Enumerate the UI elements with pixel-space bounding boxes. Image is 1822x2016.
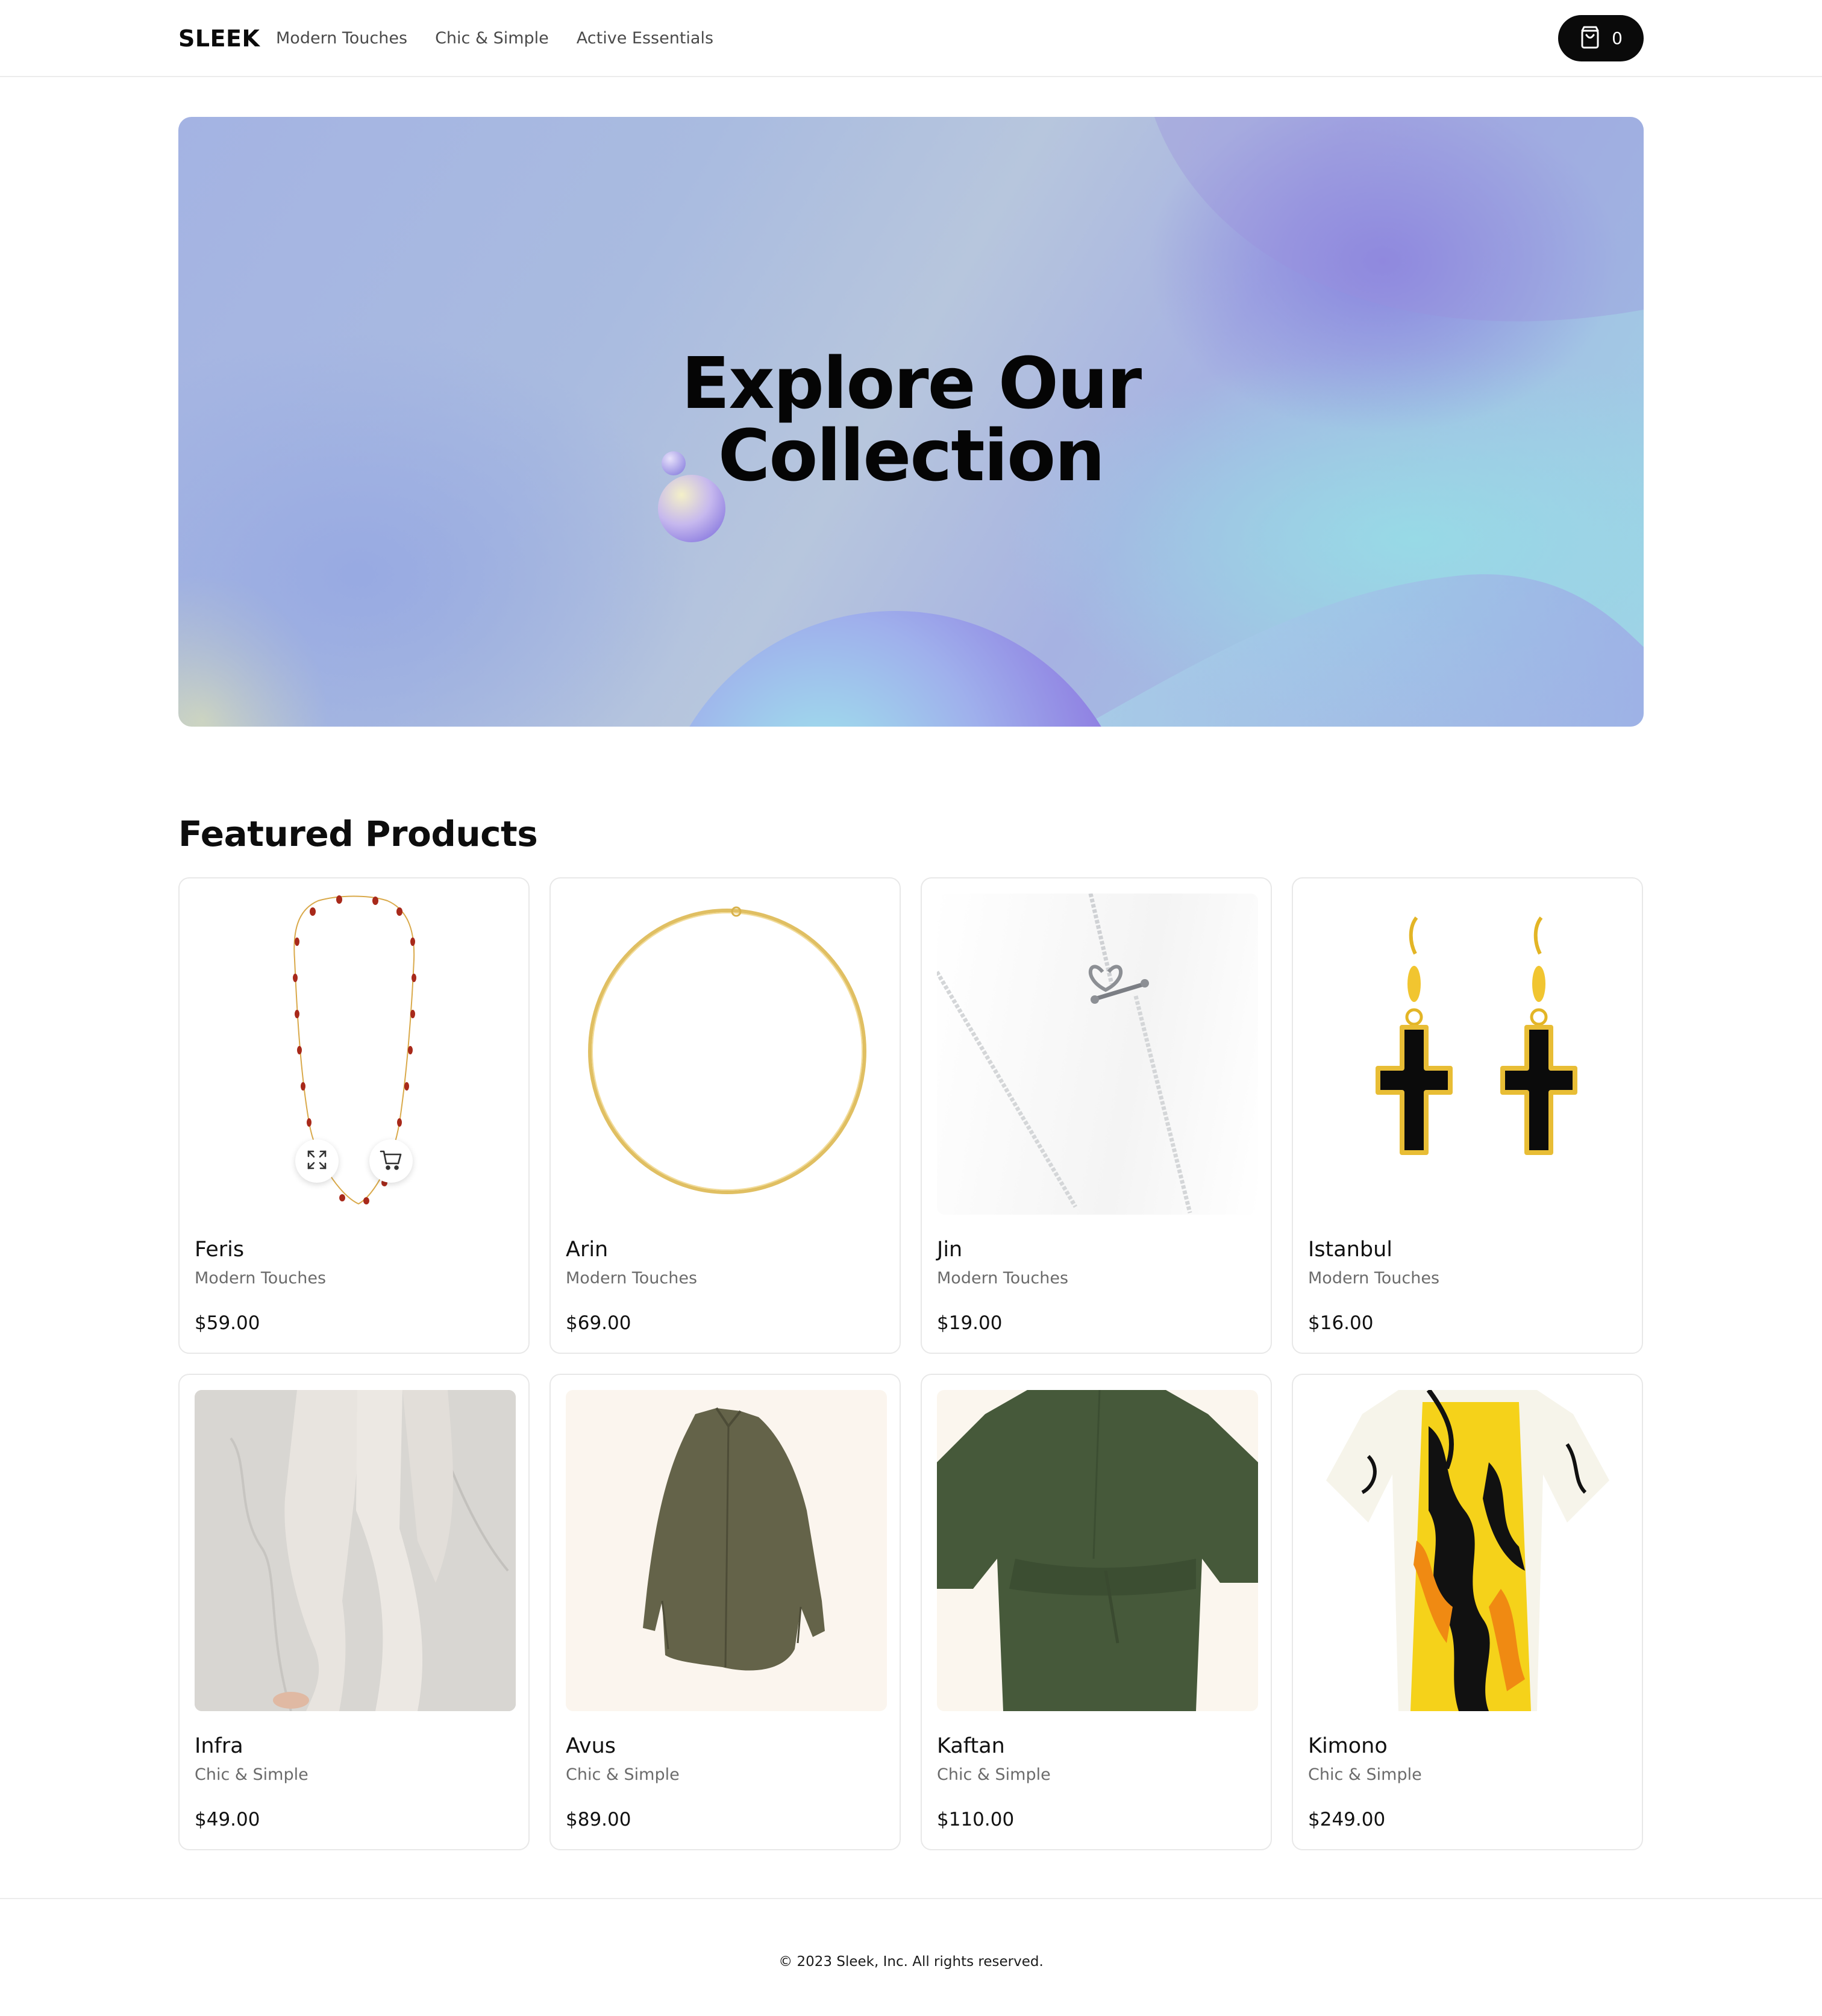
product-card-istanbul[interactable]: Istanbul Modern Touches $16.00	[1292, 877, 1643, 1354]
product-image-arin[interactable]	[566, 894, 887, 1215]
product-name[interactable]: Jin	[937, 1236, 962, 1263]
product-card-feris[interactable]: Feris Modern Touches $59.00	[178, 877, 530, 1354]
copyright-text: © 2023 Sleek, Inc. All rights reserved.	[778, 1954, 1044, 1970]
product-price: $89.00	[566, 1809, 631, 1830]
featured-products-title: Featured Products	[178, 813, 538, 854]
product-card-kaftan[interactable]: Kaftan Chic & Simple $110.00	[921, 1374, 1272, 1850]
hero-title-line2: Collection	[718, 414, 1105, 497]
product-image-jin[interactable]	[937, 894, 1258, 1215]
product-price: $16.00	[1308, 1312, 1374, 1334]
hero-title-line1: Explore Our	[681, 342, 1142, 425]
product-name[interactable]: Istanbul	[1308, 1236, 1392, 1263]
product-name[interactable]: Kimono	[1308, 1733, 1388, 1759]
main-nav: Modern Touches Chic & Simple Active Esse…	[276, 27, 713, 51]
site-header: SLEEK Modern Touches Chic & Simple Activ…	[0, 0, 1822, 77]
quick-view-button[interactable]	[295, 1139, 339, 1183]
product-image-kimono[interactable]	[1308, 1390, 1629, 1711]
product-category: Modern Touches	[566, 1269, 698, 1288]
nav-active-essentials[interactable]: Active Essentials	[577, 27, 713, 51]
product-category: Chic & Simple	[937, 1765, 1051, 1784]
logo[interactable]: SLEEK	[178, 24, 260, 53]
nav-chic-simple[interactable]: Chic & Simple	[435, 27, 549, 51]
product-category: Modern Touches	[937, 1269, 1069, 1288]
product-price: $249.00	[1308, 1809, 1386, 1830]
site-footer: © 2023 Sleek, Inc. All rights reserved.	[0, 1898, 1822, 2016]
product-card-arin[interactable]: Arin Modern Touches $69.00	[549, 877, 901, 1354]
product-price: $49.00	[195, 1809, 260, 1830]
product-card-avus[interactable]: Avus Chic & Simple $89.00	[549, 1374, 901, 1850]
hero-banner: Explore Our Collection	[178, 117, 1644, 727]
product-name[interactable]: Feris	[195, 1236, 244, 1263]
product-price: $59.00	[195, 1312, 260, 1334]
product-name[interactable]: Infra	[195, 1733, 243, 1759]
product-category: Chic & Simple	[195, 1765, 308, 1784]
hero-title: Explore Our Collection	[178, 347, 1644, 492]
cart-icon	[380, 1149, 402, 1173]
product-grid: Feris Modern Touches $59.00 Arin Modern …	[178, 877, 1644, 1850]
add-to-cart-button[interactable]	[369, 1139, 413, 1183]
product-card-jin[interactable]: Jin Modern Touches $19.00	[921, 877, 1272, 1354]
shopping-bag-icon	[1579, 25, 1601, 52]
product-card-infra[interactable]: Infra Chic & Simple $49.00	[178, 1374, 530, 1850]
product-price: $19.00	[937, 1312, 1003, 1334]
product-name[interactable]: Arin	[566, 1236, 608, 1263]
nav-modern-touches[interactable]: Modern Touches	[276, 27, 407, 51]
cart-count: 0	[1612, 28, 1623, 48]
product-name[interactable]: Kaftan	[937, 1733, 1005, 1759]
product-image-kaftan[interactable]	[937, 1390, 1258, 1711]
product-card-kimono[interactable]: Kimono Chic & Simple $249.00	[1292, 1374, 1643, 1850]
product-category: Modern Touches	[195, 1269, 327, 1288]
product-image-infra[interactable]	[195, 1390, 516, 1711]
product-category: Chic & Simple	[1308, 1765, 1422, 1784]
product-image-istanbul[interactable]	[1308, 894, 1629, 1215]
product-price: $69.00	[566, 1312, 631, 1334]
product-image-avus[interactable]	[566, 1390, 887, 1711]
product-name[interactable]: Avus	[566, 1733, 616, 1759]
product-price: $110.00	[937, 1809, 1015, 1830]
product-image-feris[interactable]	[195, 894, 516, 1215]
product-category: Chic & Simple	[566, 1765, 680, 1784]
product-category: Modern Touches	[1308, 1269, 1440, 1288]
expand-icon	[306, 1149, 328, 1173]
cart-button[interactable]: 0	[1558, 15, 1644, 61]
